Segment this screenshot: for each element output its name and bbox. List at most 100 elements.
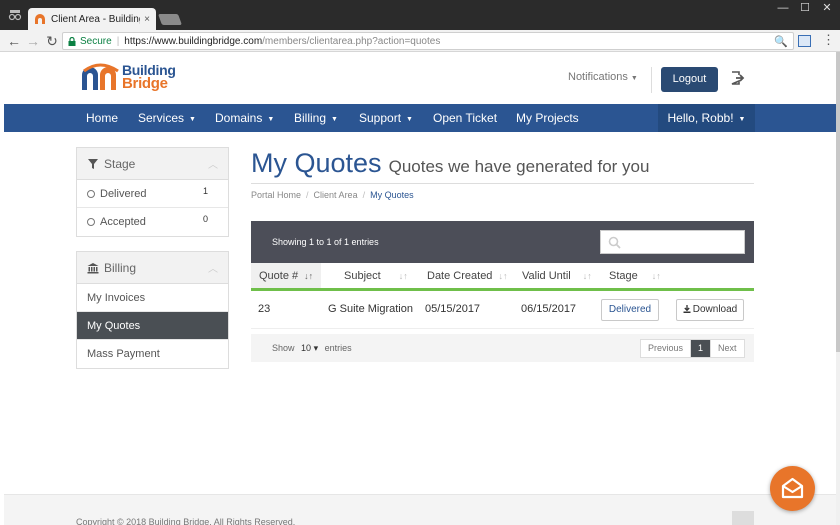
chat-widget-button[interactable] (770, 466, 815, 511)
browser-menu-icon[interactable]: ⋮ (822, 32, 835, 48)
extension-icon[interactable] (798, 35, 811, 47)
table-search-input[interactable] (600, 230, 745, 254)
stage-filter-delivered[interactable]: Delivered 1 (77, 180, 228, 208)
chevron-down-icon: ▼ (406, 116, 413, 123)
url-separator: | (116, 35, 120, 47)
pagination: Previous 1 Next (640, 339, 745, 358)
nav-domains[interactable]: Domains ▼ (215, 104, 274, 132)
notifications-dropdown[interactable]: Notifications ▼ (568, 71, 638, 83)
cell-quote-number: 23 (258, 303, 271, 315)
main-nav: Home Services ▼ Domains ▼ Billing ▼ Support… (4, 104, 836, 132)
back-to-top-button[interactable] (732, 511, 754, 525)
billing-panel-header[interactable]: Billing ︿ (77, 252, 228, 284)
chevron-down-icon: ▼ (189, 116, 196, 123)
stage-panel: Stage ︿ Delivered 1 Accepted 0 (76, 147, 229, 237)
chevron-down-icon: ▼ (738, 116, 746, 123)
breadcrumb-current: My Quotes (370, 190, 414, 200)
new-tab-button[interactable] (157, 14, 183, 25)
logo-text-bridge: Bridge (122, 75, 168, 92)
pagination-next[interactable]: Next (711, 340, 744, 357)
breadcrumb: Portal Home / Client Area / My Quotes (251, 190, 414, 200)
envelope-icon (781, 477, 804, 499)
table-row[interactable]: 23 G Suite Migration 05/15/2017 06/15/20… (251, 291, 754, 329)
sidebar-item-my-quotes[interactable]: My Quotes (77, 312, 228, 340)
download-button[interactable]: Download (676, 299, 744, 321)
filter-icon (88, 158, 98, 169)
exit-icon[interactable] (731, 71, 745, 85)
pagination-previous[interactable]: Previous (641, 340, 692, 357)
column-quote-number[interactable]: Quote # ↓↑ (251, 263, 321, 291)
nav-billing[interactable]: Billing ▼ (294, 104, 338, 132)
breadcrumb-portal-home[interactable]: Portal Home (251, 190, 301, 200)
showing-entries-text: Showing 1 to 1 of 1 entries (272, 237, 379, 247)
column-subject[interactable]: Subject ↓↑ (321, 263, 419, 291)
cell-valid-until: 06/15/2017 (521, 303, 577, 315)
sort-icon: ↓↑ (304, 271, 314, 281)
column-stage[interactable]: Stage ↓↑ (601, 263, 667, 291)
site-header: Building Bridge Notifications ▼ Logout (0, 52, 840, 105)
chevron-down-icon: ▾ (313, 343, 319, 353)
reload-icon[interactable]: ↻ (44, 33, 60, 49)
download-icon (683, 305, 691, 313)
bank-icon (87, 262, 99, 273)
nav-my-projects[interactable]: My Projects (516, 104, 579, 132)
cell-subject: G Suite Migration (328, 303, 413, 315)
back-icon[interactable]: ← (6, 33, 22, 49)
stage-panel-header[interactable]: Stage ︿ (77, 148, 228, 180)
table-toolbar: Showing 1 to 1 of 1 entries (251, 221, 754, 263)
nav-user-menu[interactable]: Hello, Robb! ▼ (658, 104, 755, 132)
tab-title: Client Area - Building Bri (51, 13, 140, 25)
table-header: Quote # ↓↑ Subject ↓↑ Date Created ↓↑ Valid… (251, 263, 754, 291)
window-controls: — ☐ ✕ (776, 2, 834, 14)
nav-services[interactable]: Services ▼ (138, 104, 196, 132)
billing-panel-title: Billing (104, 260, 137, 275)
table-footer: Show 10 ▾ entries Previous 1 Next (251, 334, 754, 362)
browser-toolbar: ← → ↻ Secure | https://www.buildingbridg… (0, 30, 840, 52)
stage-filter-accepted[interactable]: Accepted 0 (77, 208, 228, 236)
column-valid-until[interactable]: Valid Until ↓↑ (514, 263, 601, 291)
incognito-icon (8, 10, 22, 21)
nav-open-ticket[interactable]: Open Ticket (433, 104, 497, 132)
cell-date-created: 05/15/2017 (425, 303, 481, 315)
logout-button[interactable]: Logout (661, 67, 718, 92)
sidebar-item-my-invoices[interactable]: My Invoices (77, 284, 228, 312)
radio-icon[interactable] (87, 218, 95, 226)
site-footer: Copyright © 2018 Building Bridge. All Ri… (4, 494, 836, 525)
sort-icon: ↓↑ (398, 271, 408, 281)
address-bar[interactable]: Secure | https://www.buildingbridge.com /… (62, 32, 794, 50)
page-scrollbar-thumb[interactable] (836, 52, 840, 352)
copyright-text: Copyright © 2018 Building Bridge. All Ri… (76, 517, 296, 525)
stage-panel-title: Stage (104, 156, 136, 171)
zoom-icon[interactable]: 🔍 (774, 35, 788, 48)
site-favicon-icon (35, 14, 45, 24)
pagination-page-1[interactable]: 1 (691, 340, 712, 357)
breadcrumb-client-area[interactable]: Client Area (314, 190, 358, 200)
stage-count: 0 (202, 214, 208, 224)
chevron-up-icon[interactable]: ︿ (208, 260, 218, 275)
nav-support[interactable]: Support ▼ (359, 104, 413, 132)
column-date-created[interactable]: Date Created ↓↑ (419, 263, 514, 291)
stage-count: 1 (202, 186, 208, 196)
sort-icon: ↓↑ (498, 271, 508, 281)
logo[interactable]: Building Bridge (80, 63, 176, 91)
header-divider (651, 67, 652, 93)
nav-home[interactable]: Home (86, 104, 118, 132)
stage-delivered-button[interactable]: Delivered (601, 299, 659, 321)
sidebar-item-mass-payment[interactable]: Mass Payment (77, 340, 228, 368)
chevron-up-icon[interactable]: ︿ (208, 156, 218, 171)
close-window-icon[interactable]: ✕ (820, 2, 834, 14)
radio-icon[interactable] (87, 189, 95, 198)
page-length-select[interactable]: 10 ▾ (301, 343, 318, 354)
forward-icon[interactable]: → (25, 33, 41, 49)
secure-label: Secure (80, 35, 112, 47)
tab-close-icon[interactable]: × (144, 14, 150, 25)
page-subtitle: Quotes we have generated for you (388, 157, 650, 176)
minimize-icon[interactable]: — (776, 2, 790, 14)
billing-panel: Billing ︿ My Invoices My Quotes Mass Pay… (76, 251, 229, 369)
maximize-icon[interactable]: ☐ (798, 2, 812, 14)
bridge-logo-icon (82, 63, 119, 90)
sort-icon: ↓↑ (582, 271, 592, 281)
search-icon (608, 236, 621, 249)
browser-tab[interactable]: Client Area - Building Bri × (28, 8, 156, 30)
notifications-label: Notifications (568, 71, 628, 83)
